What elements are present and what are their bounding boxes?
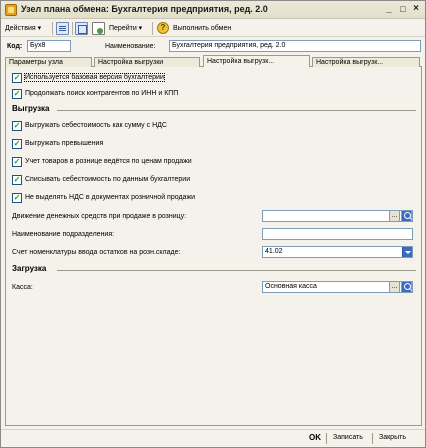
close-window-button[interactable]: × [410, 3, 422, 16]
tab-export-settings-3[interactable]: Настройка выгрузк... [312, 57, 420, 67]
name-field[interactable]: Бухгалтерия предприятия, ред. 2.0 [169, 40, 421, 52]
search-inn-label: Продолжать поиск контрагентов по ИНН и К… [25, 90, 179, 97]
cash-label: Касса: [12, 284, 33, 291]
export-check-label: Учет товаров в рознице ведётся по ценам … [25, 158, 192, 165]
cash-flow-field[interactable]: ... [262, 210, 413, 222]
code-field[interactable]: Бух8 [27, 40, 71, 52]
toolbar-separator [52, 22, 53, 35]
toolbar-separator [72, 22, 73, 35]
export-check-1[interactable]: ✓ [12, 121, 22, 131]
search-icon[interactable] [401, 211, 412, 221]
list-icon[interactable] [56, 22, 69, 35]
export-group-title: Выгрузка [12, 104, 50, 113]
export-check-5[interactable]: ✓ [12, 193, 22, 203]
export-check-label: Выгружать превышения [25, 140, 104, 147]
help-icon[interactable]: ? [157, 22, 169, 34]
search-inn-checkbox[interactable]: ✓ [12, 89, 22, 99]
cash-flow-label: Движение денежных средств при продаже в … [12, 213, 187, 220]
division-field[interactable] [262, 228, 413, 240]
account-select[interactable]: 41.02 [262, 246, 413, 258]
division-label: Наименование подразделения: [12, 231, 115, 238]
base-version-label: Используется базовая версия бухгалтерии [24, 73, 165, 82]
save-button[interactable]: Записать [333, 434, 363, 441]
close-button[interactable]: Закрыть [379, 434, 406, 441]
structure-icon[interactable] [75, 22, 88, 35]
footer-separator [326, 433, 327, 444]
maximize-button[interactable]: □ [397, 3, 409, 16]
title-bar: Узел плана обмена: Бухгалтерия предприят… [1, 1, 425, 19]
export-check-label: Не выделять НДС в документах розничной п… [25, 194, 196, 201]
cash-value: Основная касса [265, 283, 317, 290]
tab-node-params[interactable]: Параметры узла [5, 57, 92, 67]
base-version-checkbox[interactable]: ✓ [12, 73, 22, 83]
execute-exchange-button[interactable]: Выполнить обмен [173, 23, 231, 35]
minimize-button[interactable]: _ [383, 3, 395, 16]
footer-divider [1, 429, 425, 430]
actions-menu-button[interactable]: Действия ▾ [5, 23, 41, 35]
account-value: 41.02 [265, 248, 283, 255]
exchange-node-window: Узел плана обмена: Бухгалтерия предприят… [0, 0, 426, 448]
tab-export-settings-2[interactable]: Настройка выгрузк... [203, 55, 310, 67]
document-icon[interactable] [92, 22, 105, 35]
code-label: Код: [7, 43, 23, 50]
account-label: Счет номенклатуры ввода остатков на розн… [12, 249, 181, 256]
name-label: Наименование: [105, 43, 156, 50]
search-icon[interactable] [401, 282, 412, 292]
load-group-title: Загрузка [12, 264, 47, 273]
toolbar-separator [152, 22, 153, 35]
goto-menu-button[interactable]: Перейти ▾ [109, 23, 142, 35]
export-check-label: Списывать себестоимость по данным бухгал… [25, 176, 191, 183]
ok-button[interactable]: OK [309, 433, 321, 442]
cash-field[interactable]: Основная касса ... [262, 281, 413, 293]
load-group-divider [57, 270, 416, 271]
export-check-4[interactable]: ✓ [12, 175, 22, 185]
catalog-icon [5, 4, 17, 16]
export-check-label: Выгружать себестоимость как сумму с НДС [25, 122, 167, 129]
cash-select-button[interactable]: ... [389, 282, 400, 292]
tab-export-settings-1[interactable]: Настройка выгрузки [94, 57, 200, 67]
chevron-down-icon[interactable] [402, 247, 412, 257]
window-title: Узел плана обмена: Бухгалтерия предприят… [21, 4, 268, 14]
export-group-divider [57, 110, 416, 111]
cash-flow-select-button[interactable]: ... [389, 211, 400, 221]
footer-separator [372, 433, 373, 444]
export-check-3[interactable]: ✓ [12, 157, 22, 167]
export-check-2[interactable]: ✓ [12, 139, 22, 149]
toolbar: Действия ▾ Перейти ▾ ? Выполнить обмен [1, 20, 425, 37]
